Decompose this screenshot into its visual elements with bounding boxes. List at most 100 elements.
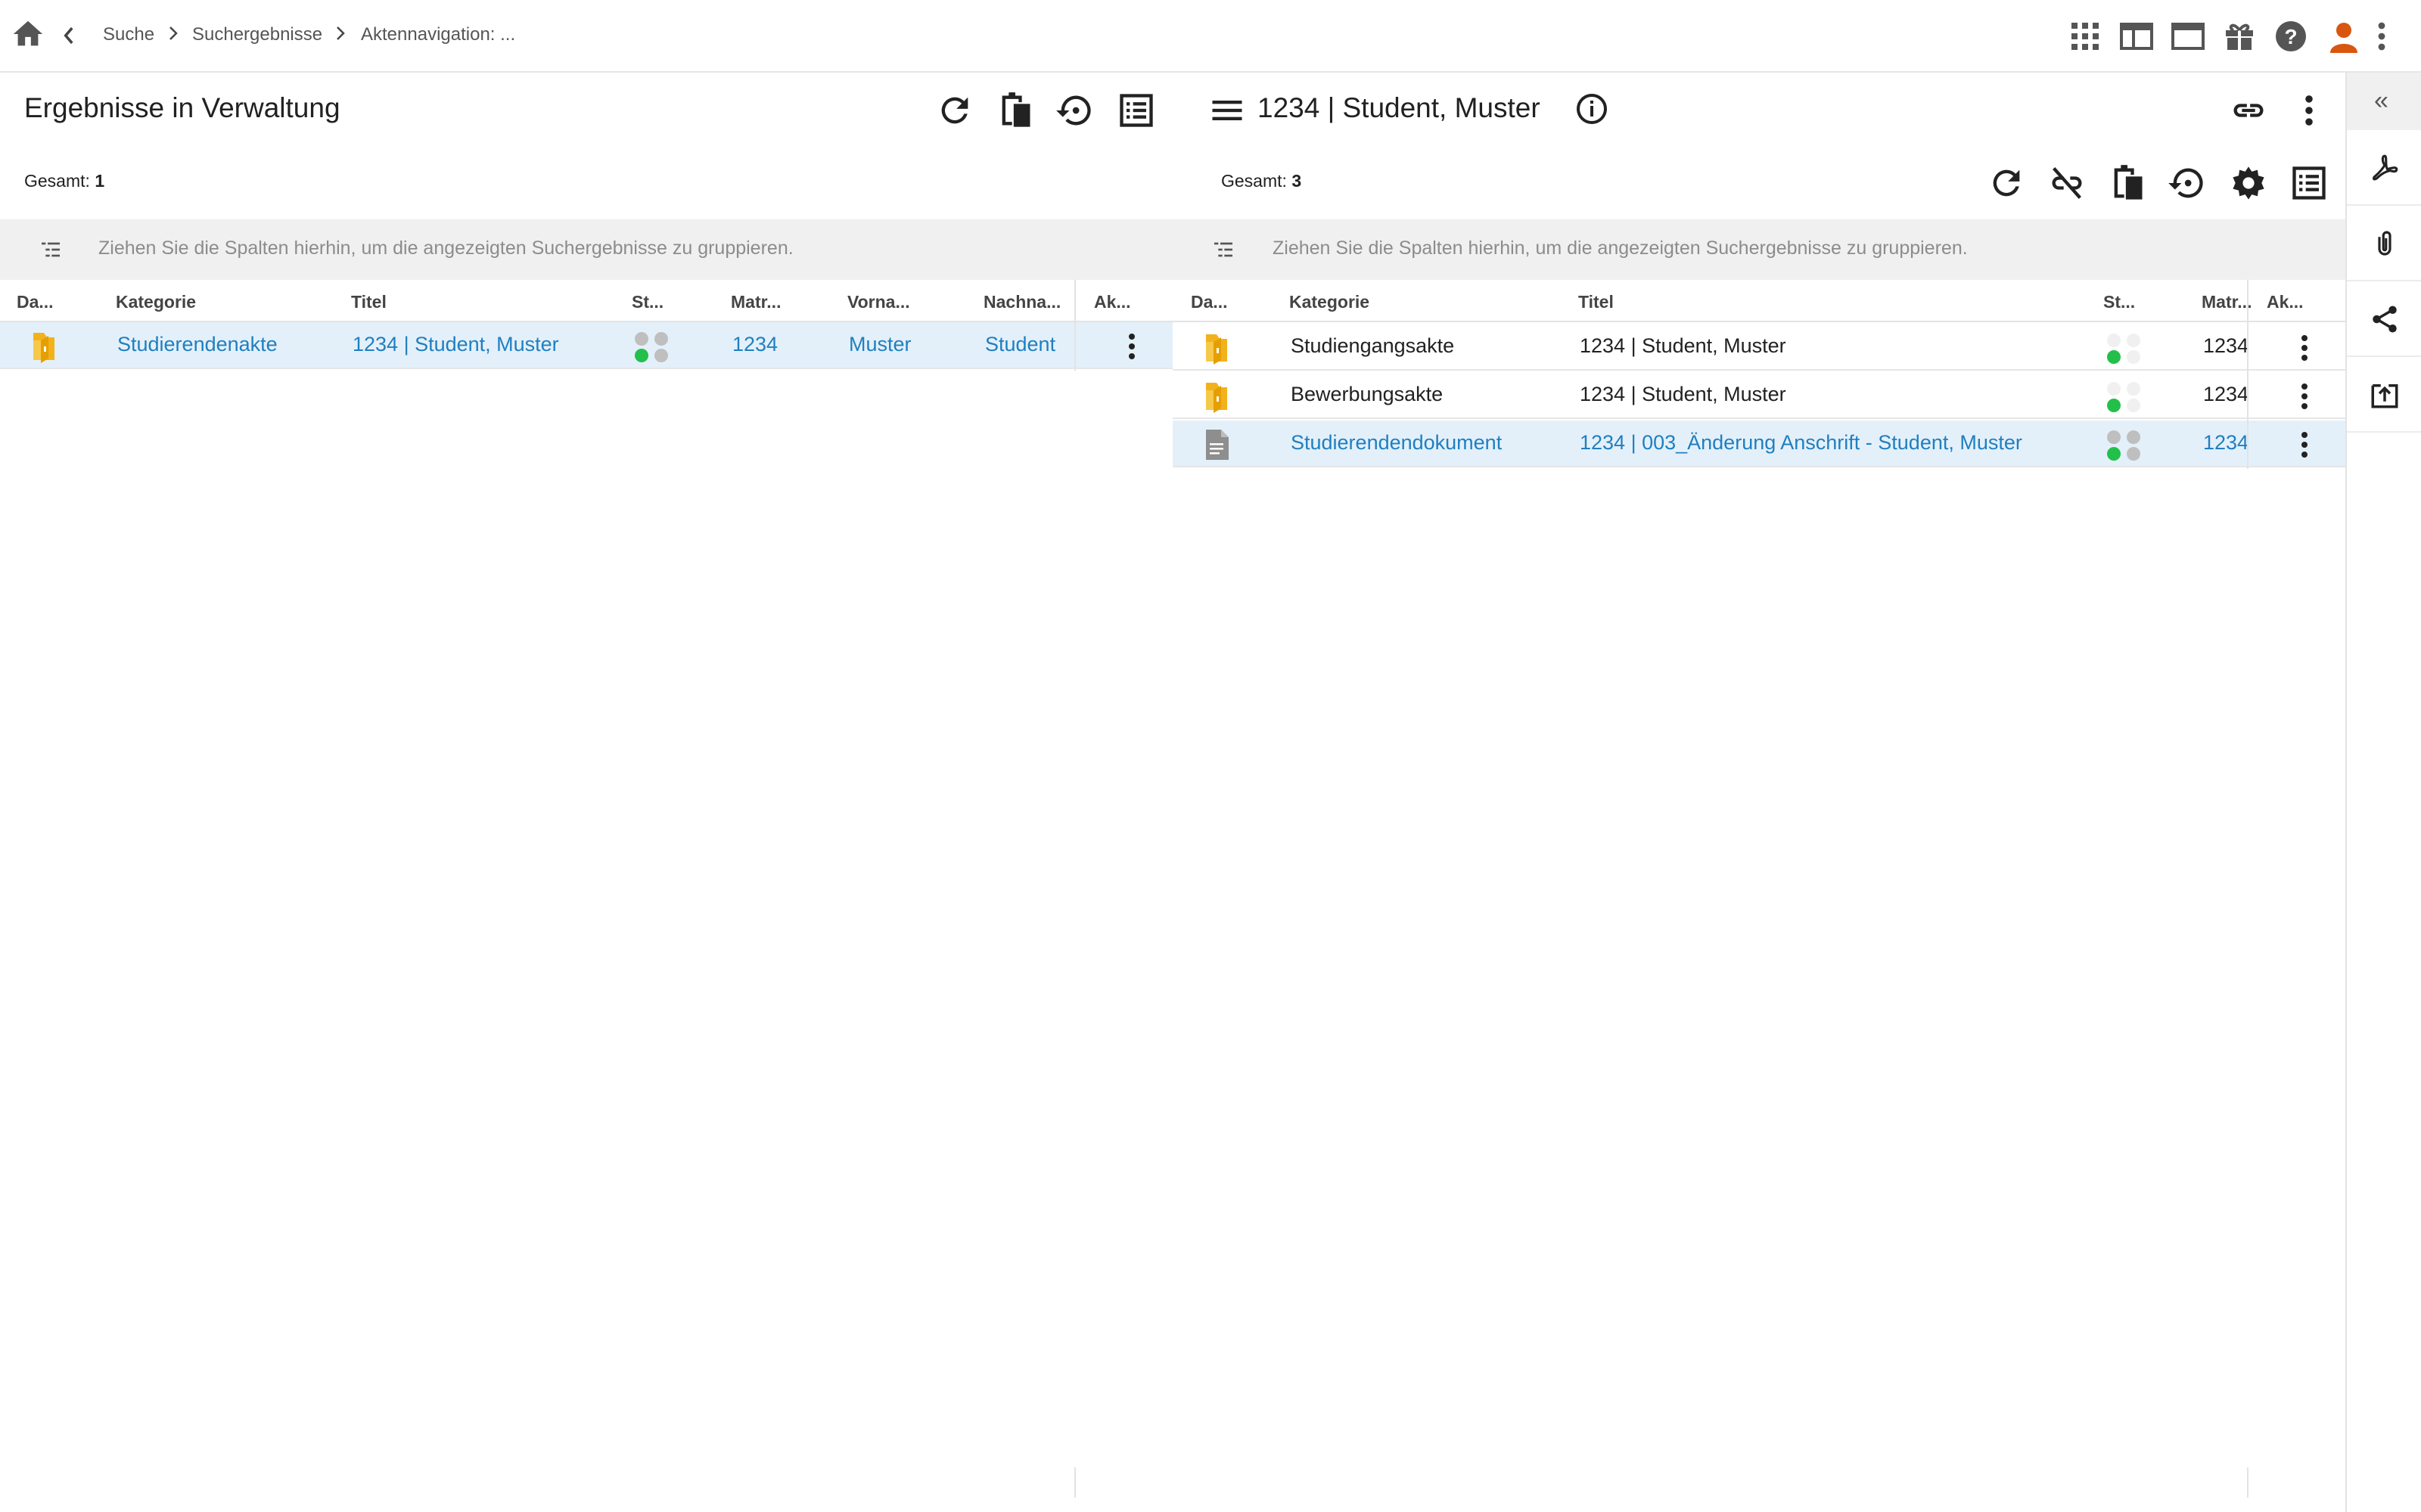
row-titel[interactable]: 1234 | Student, Muster [1580,383,1786,406]
top-bar: Suche Suchergebnisse Aktennavigation: ..… [0,0,2421,73]
collapse-label: « [2374,86,2388,115]
column-header-matrikelnummer[interactable]: Matr... [731,292,781,312]
breadcrumb-item-aktennavigation: Aktennavigation: ... [361,24,516,45]
attachment-icon [2378,231,2391,256]
column-divider [2247,280,2249,469]
column-header-aktionen[interactable]: Ak... [2267,292,2304,312]
status-indicator-icon [2107,430,2140,461]
right-group-bar[interactable]: Ziehen Sie die Spalten hierhin, um die a… [1173,219,2345,280]
group-bar-hint: Ziehen Sie die Spalten hierhin, um die a… [1273,238,1968,259]
row-matrikelnummer[interactable]: 1234 [2203,334,2252,358]
column-header-datei[interactable]: Da... [17,292,54,312]
pdf-icon [2373,154,2398,181]
row-matrikelnummer[interactable]: 1234 [732,333,778,356]
paste-icon[interactable] [2108,163,2147,203]
breadcrumb-separator-icon [168,24,179,42]
unlink-icon[interactable] [2047,163,2087,203]
column-header-titel[interactable]: Titel [351,292,387,312]
breadcrumb-item-suche[interactable]: Suche [103,24,154,45]
refresh-icon[interactable] [1987,163,2026,203]
row-kategorie[interactable]: Studierendenakte [117,333,278,356]
svg-text:?: ? [2284,25,2297,48]
left-table-header: Da... Kategorie Titel St... Matr... Vorn… [0,280,1173,322]
table-row[interactable]: Studiengangsakte 1234 | Student, Muster … [1173,324,2345,371]
info-icon[interactable] [1574,91,1610,127]
group-by-icon [42,242,60,257]
table-row[interactable]: Studierendendokument 1234 | 003_Änderung… [1173,421,2345,467]
help-icon[interactable]: ? [2273,18,2309,54]
more-vert-icon[interactable] [2373,18,2391,54]
sidebar-item-upload[interactable] [2347,357,2421,433]
column-header-kategorie[interactable]: Kategorie [1289,292,1369,312]
row-nachname[interactable]: Student [985,333,1055,356]
settings-icon[interactable] [2229,163,2268,203]
row-kategorie[interactable]: Bewerbungsakte [1291,383,1443,406]
sidebar-item-attachment[interactable] [2347,206,2421,281]
row-kategorie[interactable]: Studierendendokument [1291,431,1502,455]
status-indicator-icon [635,332,668,362]
breadcrumb-item-suchergebnisse[interactable]: Suchergebnisse [192,24,322,45]
apps-grid-icon[interactable] [2067,18,2103,54]
sidebar-item-share[interactable] [2347,281,2421,357]
row-actions-icon[interactable] [2297,333,2312,363]
column-header-matrikelnummer[interactable]: Matr... [2202,292,2252,312]
left-total-count: Gesamt: 1 [24,171,105,191]
row-matrikelnummer[interactable]: 1234 [2203,431,2252,455]
sidebar-item-pdf[interactable] [2347,130,2421,206]
row-titel[interactable]: 1234 | 003_Änderung Anschrift - Student,… [1580,431,2022,455]
window-icon[interactable] [2170,18,2206,54]
row-vorname[interactable]: Muster [849,333,912,356]
upload-icon [2371,384,2398,408]
menu-icon[interactable] [1207,91,1247,130]
table-row[interactable]: Studierendenakte 1234 | Student, Muster … [0,322,1173,369]
column-header-status[interactable]: St... [2103,292,2135,312]
list-view-icon[interactable] [2289,163,2329,203]
row-titel[interactable]: 1234 | Student, Muster [353,333,559,356]
sidebar-collapse-button[interactable]: « [2347,73,2421,130]
right-total-count: Gesamt: 3 [1221,171,1302,191]
row-matrikelnummer[interactable]: 1234 [2203,383,2252,406]
column-divider [1074,280,1076,371]
column-header-aktionen[interactable]: Ak... [1094,292,1131,312]
row-titel[interactable]: 1234 | Student, Muster [1580,334,1786,358]
status-indicator-icon [2107,334,2140,364]
column-header-kategorie[interactable]: Kategorie [116,292,196,312]
share-icon [2373,306,2397,333]
layout-columns-icon[interactable] [2118,18,2155,54]
row-actions-icon[interactable] [1124,331,1139,362]
column-header-status[interactable]: St... [632,292,664,312]
history-icon[interactable] [2167,163,2206,203]
right-table-header: Da... Kategorie Titel St... Matr... Ak..… [1173,280,2345,322]
folder-icon [1201,331,1232,365]
right-sidebar: « [2345,73,2421,1512]
left-pane-title: Ergebnisse in Verwaltung [24,92,340,123]
gift-icon[interactable] [2221,18,2258,54]
document-icon [1201,428,1232,461]
status-indicator-icon [2107,382,2140,412]
refresh-icon[interactable] [935,91,974,130]
breadcrumb-separator-icon [335,24,346,42]
more-vert-icon[interactable] [2289,91,2329,130]
back-chevron-icon[interactable] [61,23,77,48]
column-divider [2247,1467,2249,1498]
left-group-bar[interactable]: Ziehen Sie die Spalten hierhin, um die a… [0,219,1173,280]
user-avatar-icon[interactable] [2326,18,2362,54]
table-row[interactable]: Bewerbungsakte 1234 | Student, Muster 12… [1173,372,2345,419]
group-by-icon [1214,242,1232,257]
column-header-vorname[interactable]: Vorna... [847,292,910,312]
row-kategorie[interactable]: Studiengangsakte [1291,334,1454,358]
right-pane-title: 1234 | Student, Muster [1257,92,1540,123]
folder-icon [29,330,59,363]
link-icon[interactable] [2229,91,2268,130]
column-header-nachname[interactable]: Nachna... [984,292,1061,312]
row-actions-icon[interactable] [2297,430,2312,460]
home-icon[interactable] [11,17,45,51]
row-actions-icon[interactable] [2297,381,2312,411]
history-icon[interactable] [1055,91,1094,130]
group-bar-hint: Ziehen Sie die Spalten hierhin, um die a… [98,238,794,259]
column-header-titel[interactable]: Titel [1578,292,1614,312]
column-header-datei[interactable]: Da... [1191,292,1228,312]
paste-icon[interactable] [996,91,1035,130]
folder-icon [1201,380,1232,413]
list-view-icon[interactable] [1117,91,1156,130]
